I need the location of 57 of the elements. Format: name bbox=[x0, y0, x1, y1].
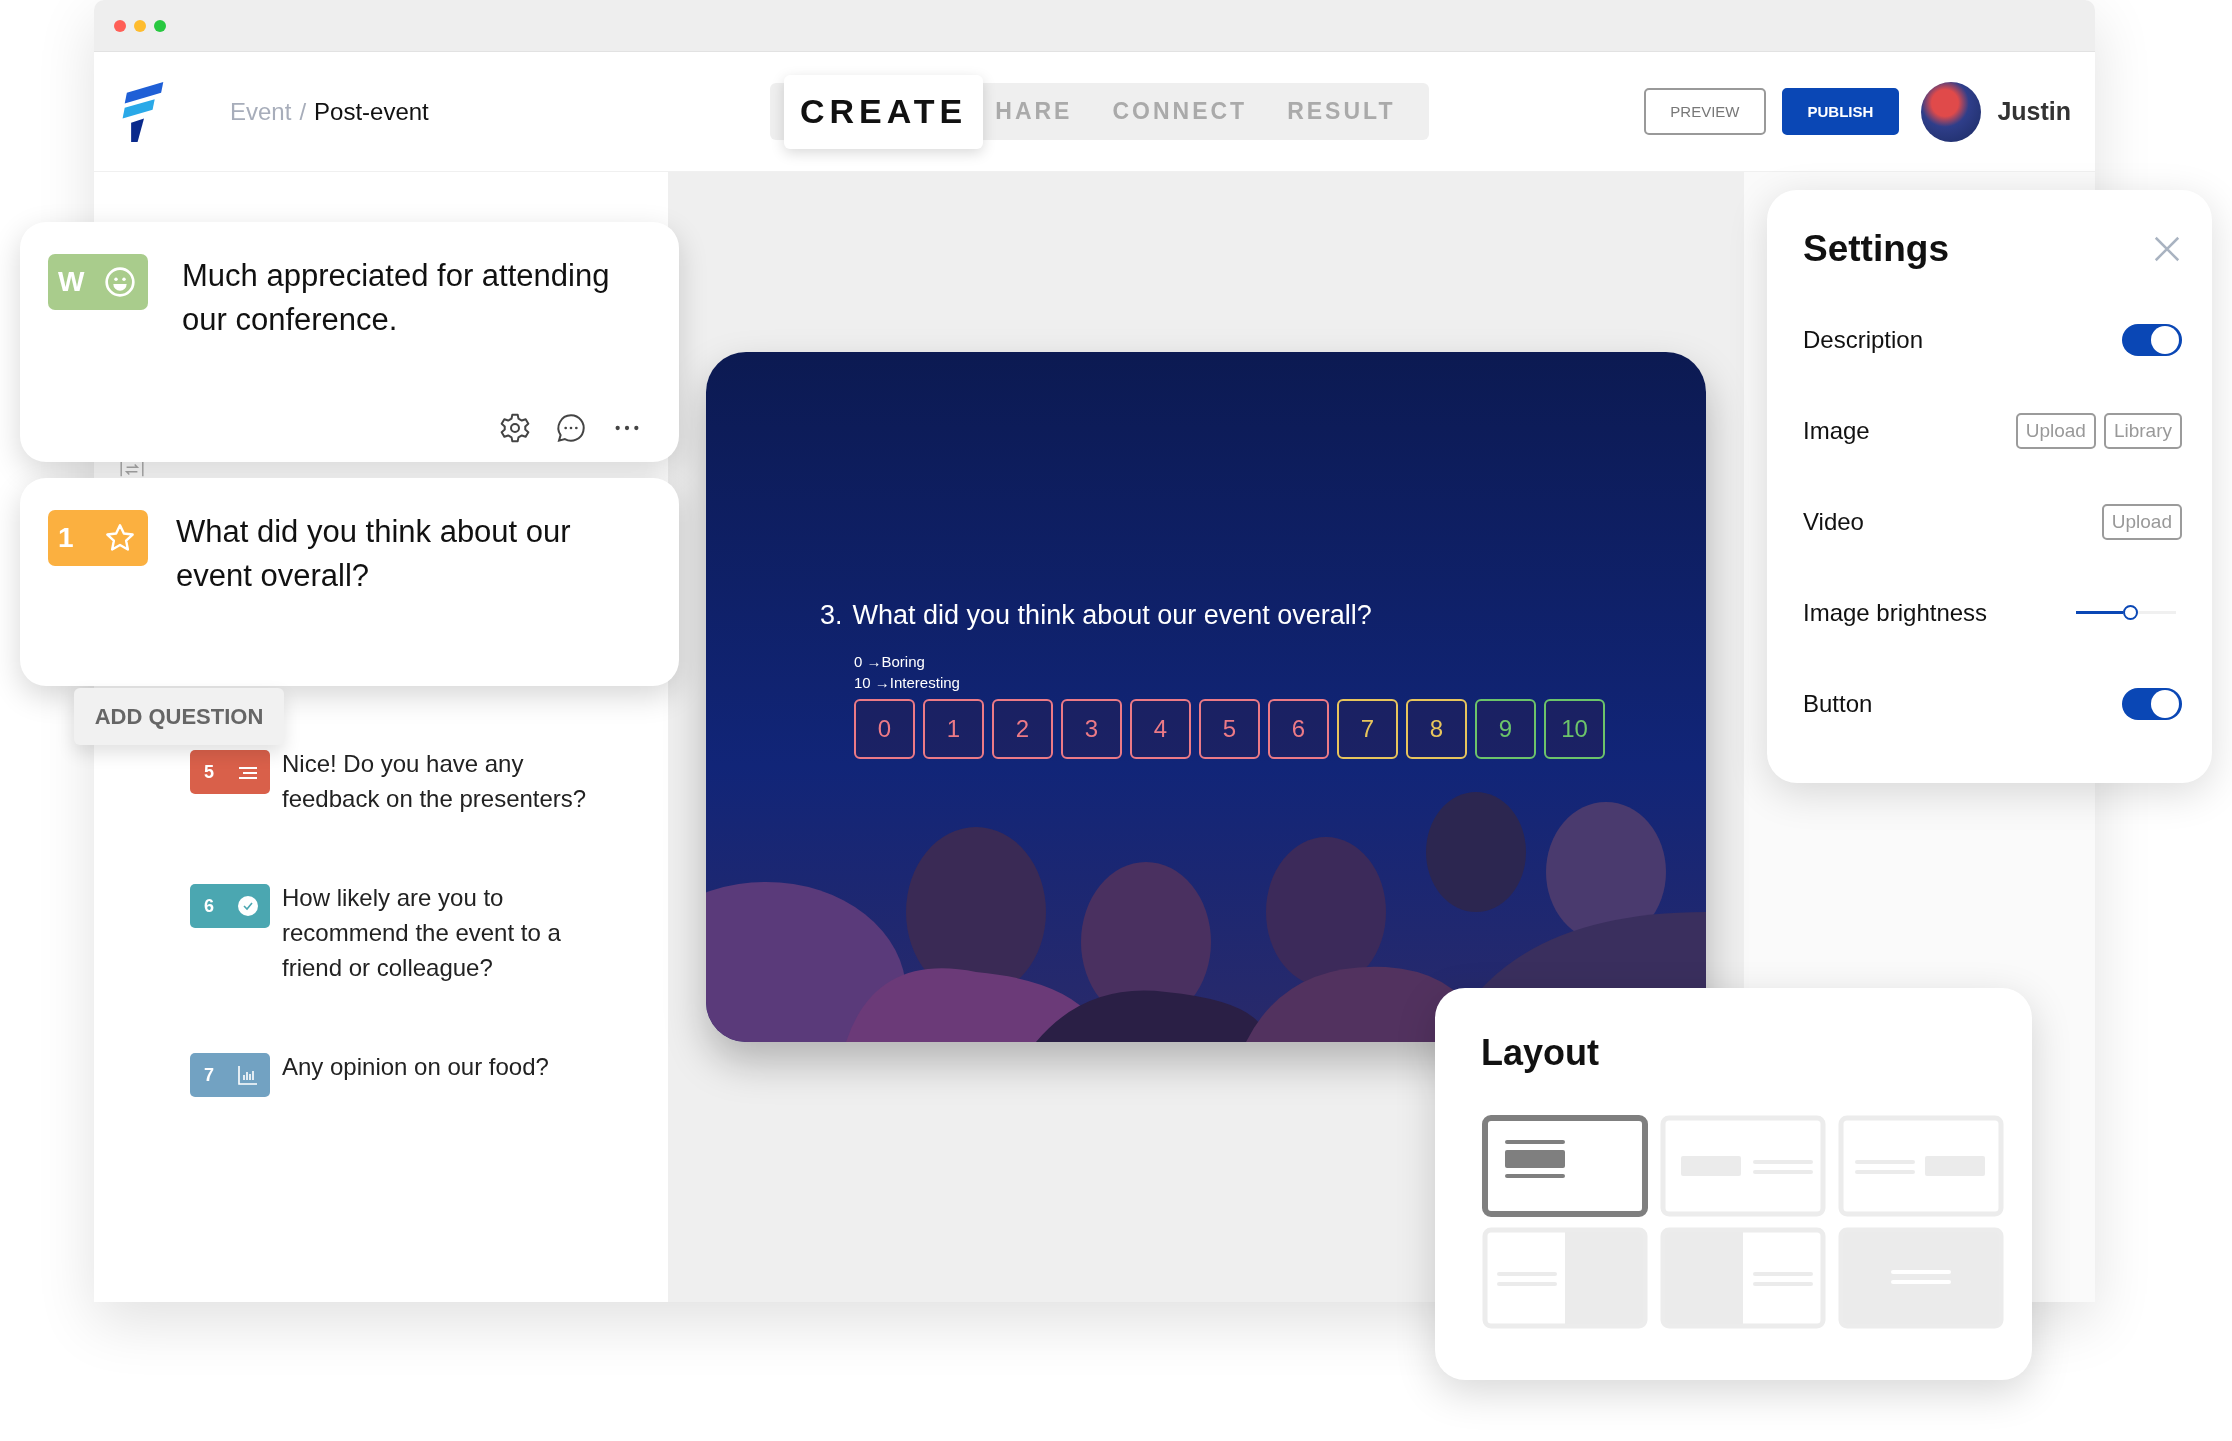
scale-option[interactable]: 8 bbox=[1406, 699, 1467, 759]
setting-label: Image brightness bbox=[1803, 598, 1988, 627]
bar-chart-icon bbox=[236, 1063, 260, 1087]
setting-label: Video bbox=[1803, 507, 1864, 536]
question-number: 3. bbox=[820, 600, 843, 631]
add-question-button[interactable]: ADD QUESTION bbox=[74, 688, 284, 745]
upload-button[interactable]: Library bbox=[2103, 412, 2182, 449]
question-text[interactable]: Any opinion on our food? bbox=[282, 1049, 612, 1084]
scale-option[interactable]: 3 bbox=[1061, 699, 1122, 759]
comment-icon[interactable] bbox=[555, 412, 587, 444]
scale-option[interactable]: 1 bbox=[923, 699, 984, 759]
scale-label: 10 →Interesting bbox=[854, 674, 961, 691]
preview-button[interactable]: PREVIEW bbox=[1644, 88, 1766, 135]
check-circle-icon bbox=[236, 894, 260, 918]
upload-button[interactable]: Upload bbox=[2015, 412, 2096, 449]
panel-title: Settings bbox=[1803, 228, 1949, 270]
question-badge[interactable]: 5 bbox=[190, 750, 270, 794]
card-text: What did you think about our event overall? bbox=[176, 513, 572, 595]
scale-option[interactable]: 4 bbox=[1130, 699, 1191, 759]
question-badge[interactable]: 7 bbox=[190, 1053, 270, 1097]
repeat-icon[interactable] bbox=[118, 460, 146, 478]
star-icon bbox=[104, 522, 136, 554]
setting-label: Image bbox=[1803, 416, 1870, 445]
minimize-dot-icon[interactable] bbox=[134, 19, 146, 32]
question-card[interactable]: W Much appreciated for attending our conference. bbox=[20, 222, 679, 462]
close-dot-icon[interactable] bbox=[114, 19, 126, 32]
upload-button[interactable]: Upload bbox=[2101, 503, 2182, 540]
toggle-switch[interactable] bbox=[2122, 323, 2182, 356]
scale-option[interactable]: 5 bbox=[1199, 699, 1260, 759]
panel-title: Layout bbox=[1481, 1032, 1599, 1073]
maximize-dot-icon[interactable] bbox=[154, 19, 166, 32]
smiley-icon bbox=[104, 266, 136, 298]
close-icon[interactable] bbox=[2152, 234, 2182, 264]
breadcrumb-separator: / bbox=[299, 97, 307, 126]
tab[interactable]: CREATE bbox=[784, 74, 984, 149]
publish-button[interactable]: PUBLISH bbox=[1781, 88, 1900, 135]
scale-label: 0 →Boring bbox=[854, 653, 926, 670]
scale-option[interactable]: 9 bbox=[1475, 699, 1536, 759]
user-name: Justin bbox=[1997, 97, 2071, 126]
scale-option[interactable]: 6 bbox=[1268, 699, 1329, 759]
question-text[interactable]: Nice! Do you have any feedback on the presenters? bbox=[282, 746, 612, 816]
question-text[interactable]: How likely are you to recommend the event to a friend or colleague? bbox=[282, 880, 612, 985]
scale-option[interactable]: 2 bbox=[992, 699, 1053, 759]
scale-option[interactable]: 7 bbox=[1337, 699, 1398, 759]
breadcrumb-current: Post-event bbox=[314, 97, 429, 126]
layout-option[interactable] bbox=[1481, 1114, 1649, 1218]
scale-option[interactable]: 0 bbox=[854, 699, 915, 759]
toggle-switch[interactable] bbox=[2122, 687, 2182, 720]
setting-label: Button bbox=[1803, 689, 1873, 718]
card-text: Much appreciated for attending our conference. bbox=[182, 257, 611, 339]
slider-thumb[interactable] bbox=[2123, 605, 2138, 620]
question-badge[interactable]: 6 bbox=[190, 884, 270, 928]
scale-option[interactable]: 10 bbox=[1544, 699, 1605, 759]
setting-label: Description bbox=[1803, 325, 1924, 354]
settings-icon[interactable] bbox=[499, 412, 531, 444]
slide-question: What did you think about our event overall? bbox=[852, 600, 1372, 631]
question-card[interactable]: 1 What did you think about our event overall? bbox=[20, 478, 679, 686]
